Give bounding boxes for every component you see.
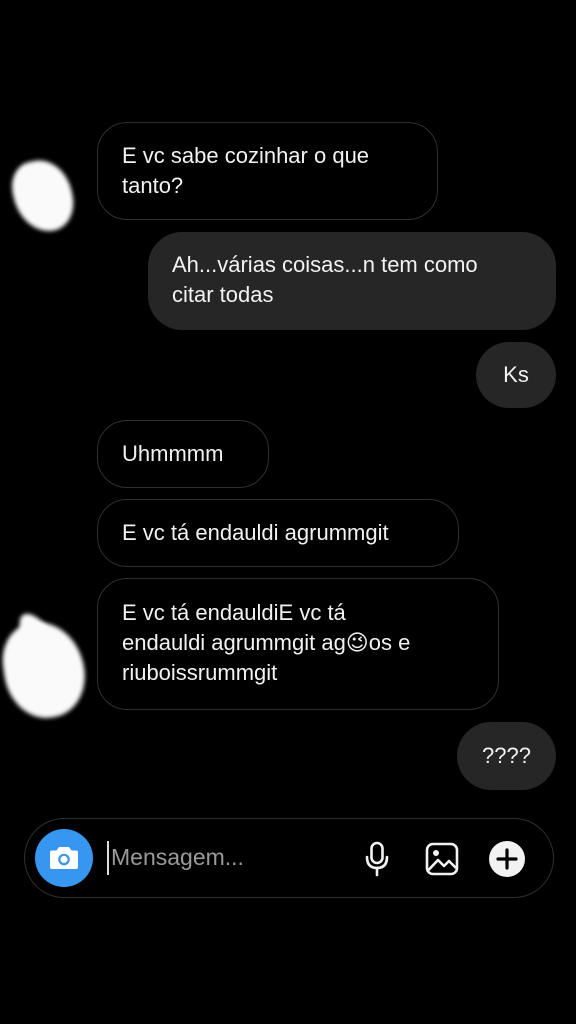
message-text-line: Uhmmmm xyxy=(122,441,224,466)
message-text-line: E vc tá endauldiE vc tá xyxy=(122,600,346,625)
chat-screen: E vc sabe cozinhar o que tanto? Ah...vár… xyxy=(0,0,576,1024)
message-received[interactable]: E vc tá endauldi agrummgit xyxy=(97,499,459,567)
gallery-button[interactable] xyxy=(420,837,464,881)
message-received[interactable]: E vc tá endauldiE vc tá endauldi agrummg… xyxy=(97,578,499,710)
message-text-line: riuboissrummgit xyxy=(122,660,278,685)
voice-message-button[interactable] xyxy=(355,837,399,881)
message-received[interactable]: E vc sabe cozinhar o que tanto? xyxy=(97,122,438,220)
message-sent[interactable]: Ah...várias coisas...n tem como citar to… xyxy=(148,232,556,330)
message-sent[interactable]: Ks xyxy=(476,342,556,408)
more-options-button[interactable] xyxy=(485,837,529,881)
camera-button[interactable] xyxy=(35,829,93,887)
microphone-icon xyxy=(365,841,389,877)
message-sent[interactable]: ???? xyxy=(457,722,556,790)
message-composer xyxy=(24,818,554,898)
message-text-line: tanto? xyxy=(122,173,184,198)
camera-icon xyxy=(50,847,78,869)
text-cursor xyxy=(107,841,109,875)
message-input[interactable] xyxy=(111,839,341,875)
plus-icon xyxy=(489,841,525,877)
message-text-line: ???? xyxy=(482,743,531,768)
message-text-line: citar todas xyxy=(172,282,274,307)
gallery-icon xyxy=(425,842,459,876)
message-text-line: Ks xyxy=(503,362,529,387)
message-text-line: endauldi agrummgit ag😉os e xyxy=(122,630,411,655)
message-text-line: E vc tá endauldi agrummgit xyxy=(122,520,389,545)
message-received[interactable]: Uhmmmm xyxy=(97,420,269,488)
redacted-avatar-top xyxy=(7,154,79,238)
message-text-line: E vc sabe cozinhar o que xyxy=(122,143,370,168)
message-text-line: Ah...várias coisas...n tem como xyxy=(172,252,478,277)
